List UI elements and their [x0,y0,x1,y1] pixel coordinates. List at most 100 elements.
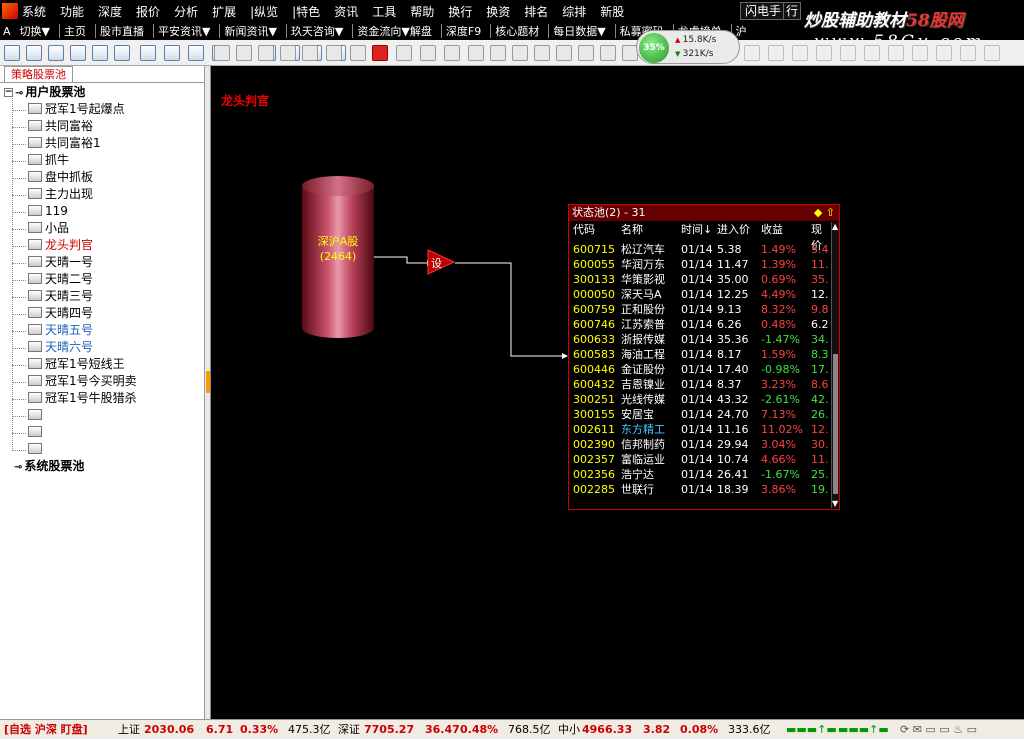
tree-item[interactable] [28,424,45,441]
table-row[interactable]: 002285 世联行 01/14 18.39 3.86% 19. [569,482,831,497]
tree-item[interactable]: 天晴二号 [28,271,93,288]
toolbar-icon[interactable] [164,45,180,61]
scroll-down-icon[interactable]: ▼ [832,499,838,508]
splitter-grip[interactable] [206,371,210,393]
menu-item[interactable]: 工具 [372,3,396,20]
table-row[interactable]: 600759 正和股份 01/14 9.13 8.32% 9.8 [569,302,831,317]
status-tool-icons[interactable]: ⟳ ✉ ▭ ▭ ♨ ▭ [900,720,977,739]
column-header[interactable]: 进入价 [717,222,750,238]
scroll-thumb[interactable] [833,354,838,494]
column-header[interactable]: 代码 [573,222,595,238]
toolbar-icon[interactable] [600,45,616,61]
tree-item[interactable]: 共同富裕1 [28,135,101,152]
tree-item[interactable] [28,407,45,424]
table-row[interactable]: 600583 海油工程 01/14 8.17 1.59% 8.3 [569,347,831,362]
table-row[interactable]: 600633 浙报传媒 01/14 35.36 -1.47% 34. [569,332,831,347]
state-pool-window[interactable]: 状态池(2) - 31 ◆ ⇧ 代码 名称 时间↓ 进入价 收益 现价 600715 松辽汽… [568,204,840,510]
column-header[interactable]: 时间↓ [681,222,712,238]
table-row[interactable]: 300251 光线传媒 01/14 43.32 -2.61% 42. [569,392,831,407]
toolbar-icon[interactable] [26,45,42,61]
toolbar-icon[interactable] [744,45,760,61]
tree-item[interactable] [28,441,45,458]
table-row[interactable]: 600746 江苏索普 01/14 6.26 0.48% 6.2 [569,317,831,332]
toolbar-icon[interactable] [280,45,296,61]
menu-item[interactable]: 功能 [60,3,84,20]
column-header[interactable]: 名称 [621,222,643,238]
table-row[interactable]: 600715 松辽汽车 01/14 5.38 1.49% 5.4 [569,242,831,257]
toolbar-icon[interactable] [258,45,274,61]
menu-item[interactable]: 资讯 [334,3,358,20]
tree-item[interactable]: 冠军1号起爆点 [28,101,125,118]
tree-item[interactable]: 冠军1号今买明卖 [28,373,137,390]
shortcut-item[interactable]: 切换▼ [20,23,50,39]
menu-item[interactable]: 报价 [136,3,160,20]
table-row[interactable]: 300133 华策影视 01/14 35.00 0.69% 35. [569,272,831,287]
toolbar-icon[interactable] [984,45,1000,61]
shortcut-item[interactable]: 股市直播 [100,23,144,39]
menu-item[interactable]: 分析 [174,3,198,20]
toolbar-icon[interactable] [468,45,484,61]
table-row[interactable]: 300155 安居宝 01/14 24.70 7.13% 26. [569,407,831,422]
menu-item[interactable]: 排名 [524,3,548,20]
shortcut-item[interactable]: 核心题材 [495,23,539,39]
tree-item[interactable]: 天晴五号 [28,322,93,339]
toolbar-icon[interactable] [512,45,528,61]
shortcut-item[interactable]: 玖天咨询▼ [291,23,343,39]
menu-item[interactable]: 帮助 [410,3,434,20]
menu-item[interactable]: 综排 [562,3,586,20]
toolbar-icon[interactable] [92,45,108,61]
setting-node[interactable]: 设 [427,248,455,276]
status-prefix[interactable]: [自选 沪深 盯盘] [4,720,88,739]
tree-item[interactable]: 龙头判官 [28,237,93,254]
shortcut-item[interactable]: 每日数据▼ [553,23,605,39]
toolbar-icon[interactable] [792,45,808,61]
shortcut-item[interactable]: 新闻资讯▼ [224,23,276,39]
toolbar-icon[interactable] [420,45,436,61]
table-row[interactable]: 000050 深天马A 01/14 12.25 4.49% 12. [569,287,831,302]
toolbar-icon[interactable] [350,45,366,61]
toolbar-icon[interactable] [864,45,880,61]
table-row[interactable]: 600446 金证股份 01/14 17.40 -0.98% 17. [569,362,831,377]
table-row[interactable]: 002357 富临运业 01/14 10.74 4.66% 11. [569,452,831,467]
state-pool-scrollbar[interactable]: ▲ ▼ [831,222,839,508]
tree-item[interactable]: 天晴三号 [28,288,93,305]
tree-item[interactable]: 冠军1号短线王 [28,356,125,373]
menu-item[interactable]: |特色 [292,3,320,20]
toolbar-icon[interactable] [48,45,64,61]
menu-item[interactable]: 深度 [98,3,122,20]
toolbar-icon[interactable] [4,45,20,61]
menu-item[interactable]: 扩展 [212,3,236,20]
tree-root[interactable]: − ⊸ 用户股票池 [4,84,85,101]
shortcut-item[interactable]: 沪 [736,23,747,39]
toolbar-icon[interactable] [140,45,156,61]
tree-item[interactable]: 天晴六号 [28,339,93,356]
menu-item[interactable]: 系统 [22,3,46,20]
toolbar-icon[interactable] [490,45,506,61]
toolbar-icon[interactable] [396,45,412,61]
toolbar-icon[interactable] [578,45,594,61]
tree-item[interactable]: 抓牛 [28,152,69,169]
flash-trade-secondary-button[interactable]: 行 [783,2,801,20]
shortcut-item[interactable]: 资金流向▼解盘 [357,23,431,39]
tree-item[interactable]: 天晴一号 [28,254,93,271]
tree-item[interactable]: 盘中抓板 [28,169,93,186]
toolbar-icon[interactable] [816,45,832,61]
tree-item[interactable]: 119 [28,203,68,220]
toolbar-icon[interactable] [534,45,550,61]
toolbar-icon[interactable] [236,45,252,61]
scroll-up-icon[interactable]: ▲ [832,222,838,231]
toolbar-icon[interactable] [768,45,784,61]
menu-item[interactable]: 换资 [486,3,510,20]
table-row[interactable]: 002611 东方精工 01/14 11.16 11.02% 12. [569,422,831,437]
tree-item[interactable]: 天晴四号 [28,305,93,322]
shortcut-item[interactable]: 平安资讯▼ [158,23,210,39]
tree-root[interactable]: ⊸ 系统股票池 [14,458,84,475]
tree-item[interactable]: 冠军1号牛股猎杀 [28,390,137,407]
tree-item[interactable]: 主力出现 [28,186,93,203]
toolbar-icon[interactable] [70,45,86,61]
toolbar-icon[interactable] [840,45,856,61]
column-header[interactable]: 收益 [761,222,783,238]
tab-strategy-pool[interactable]: 策略股票池 [4,66,73,82]
toolbar-icon[interactable] [912,45,928,61]
toolbar-icon[interactable] [326,45,342,61]
